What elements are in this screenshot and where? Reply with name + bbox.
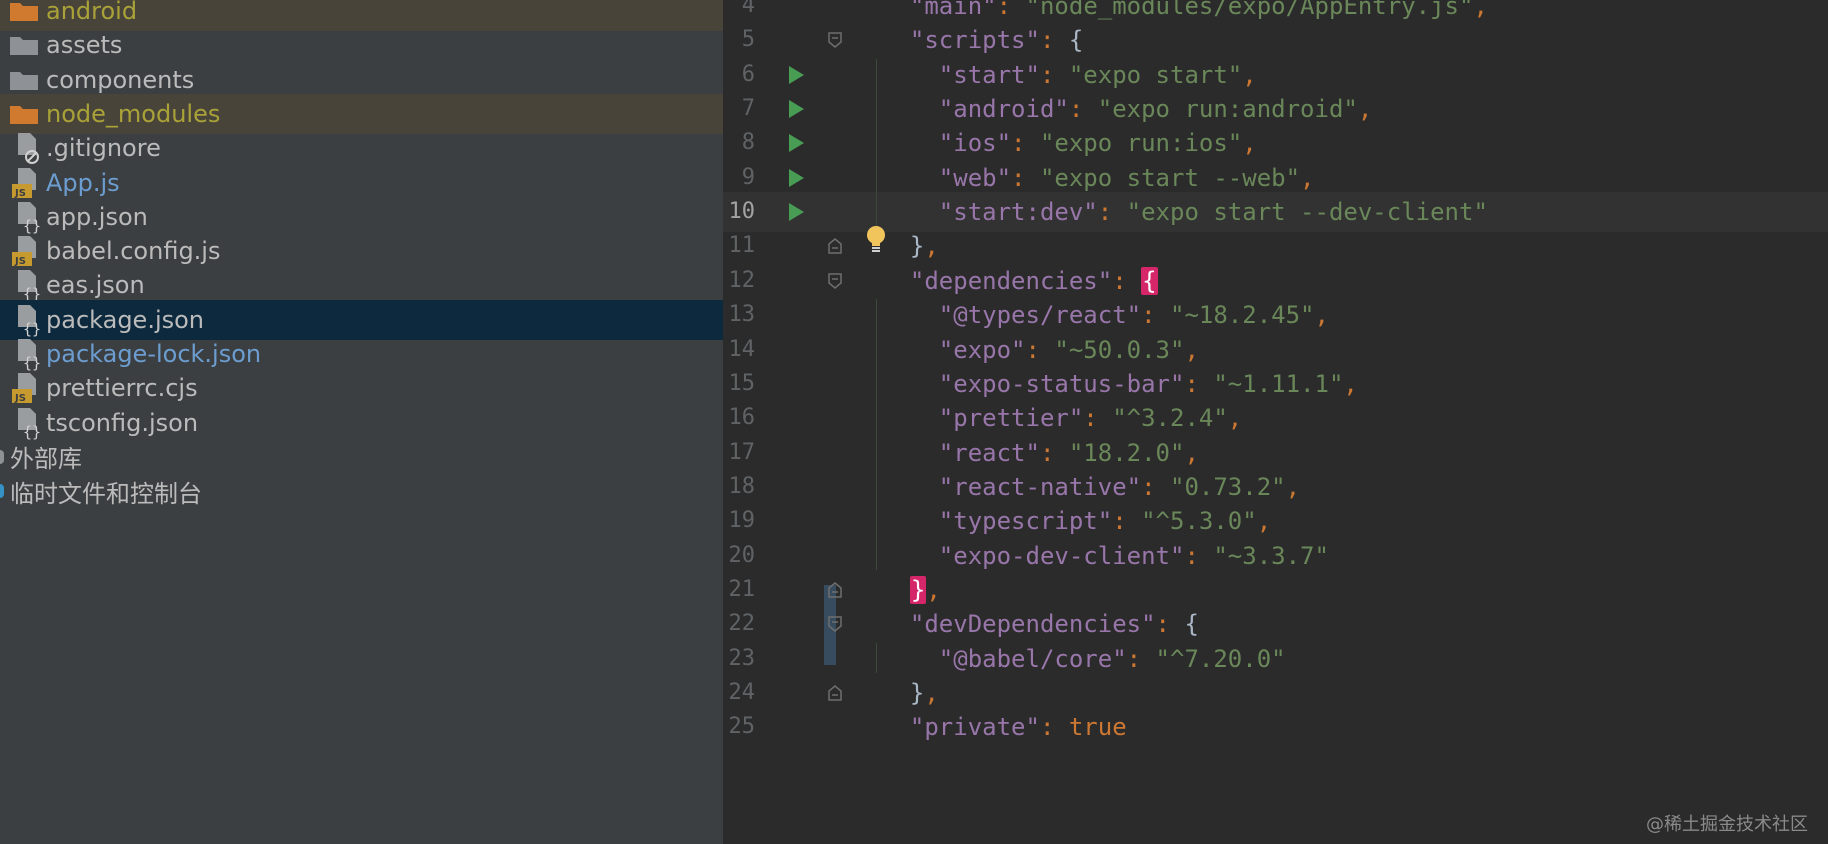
gitignore-file-icon <box>18 133 39 165</box>
folder-icon <box>10 71 38 90</box>
tree-item-label: tsconfig.json <box>46 408 199 437</box>
tree-item-label: package.json <box>46 305 205 334</box>
lightbulb-icon[interactable] <box>863 224 889 254</box>
js-file-icon: JS <box>12 236 36 267</box>
json-file-icon: {} <box>18 339 40 371</box>
tree-item-label: app.json <box>46 202 148 231</box>
json-file-icon: {} <box>18 407 40 440</box>
library-icon <box>0 449 4 464</box>
json-file-icon: {} <box>18 270 40 302</box>
json-file-icon: {} <box>18 201 40 234</box>
tree-item-label: eas.json <box>46 271 145 300</box>
run-script-icon[interactable] <box>789 203 804 222</box>
folder-icon <box>10 3 38 21</box>
tree-item-label: components <box>46 65 195 94</box>
tree-item-label: node_modules <box>46 99 221 128</box>
fold-end-icon[interactable] <box>828 238 842 255</box>
tree-item-label: android <box>46 0 138 25</box>
indent-guide <box>876 58 877 227</box>
watermark: @稀土掘金技术社区 <box>1646 814 1808 835</box>
tree-item-label: package-lock.json <box>46 340 262 368</box>
folder-icon <box>10 37 38 56</box>
indent-guide <box>876 299 877 570</box>
tree-item-label: 临时文件和控制台 <box>10 479 202 508</box>
code-line-text: "private": true <box>909 713 1127 742</box>
js-file-icon: JS <box>12 373 36 404</box>
fold-end-icon[interactable] <box>828 581 842 598</box>
run-script-icon[interactable] <box>789 134 804 153</box>
code-line[interactable]: "private": true <box>723 707 1828 747</box>
line-number: 25 <box>728 714 756 740</box>
js-file-icon: JS <box>12 167 36 199</box>
run-script-icon[interactable] <box>789 65 804 84</box>
tree-item-label: assets <box>46 31 123 60</box>
fold-collapse-icon[interactable] <box>828 32 842 49</box>
tree-item-label: App.js <box>46 168 120 197</box>
tree-item-label: 外部库 <box>10 445 82 474</box>
project-tree-panel: android assets components node_modules .giti… <box>0 0 723 844</box>
run-script-icon[interactable] <box>789 168 804 187</box>
tree-item-label: .gitignore <box>46 134 161 163</box>
run-script-icon[interactable] <box>789 100 804 119</box>
folder-icon <box>10 105 38 124</box>
fold-end-icon[interactable] <box>828 685 842 701</box>
tree-item-label: prettierrc.cjs <box>46 374 198 403</box>
fold-collapse-icon[interactable] <box>828 616 842 633</box>
fold-collapse-icon[interactable] <box>828 273 842 289</box>
tree-item-scratches-and-consoles[interactable]: 临时文件和控制台 <box>0 471 723 511</box>
scratch-icon <box>0 484 4 499</box>
tree-item-label: babel.config.js <box>46 237 221 266</box>
json-file-icon: {} <box>18 304 40 337</box>
code-editor[interactable]: "main": "node_modules/expo/AppEntry.js",… <box>723 0 1828 844</box>
indent-guide <box>876 642 877 673</box>
